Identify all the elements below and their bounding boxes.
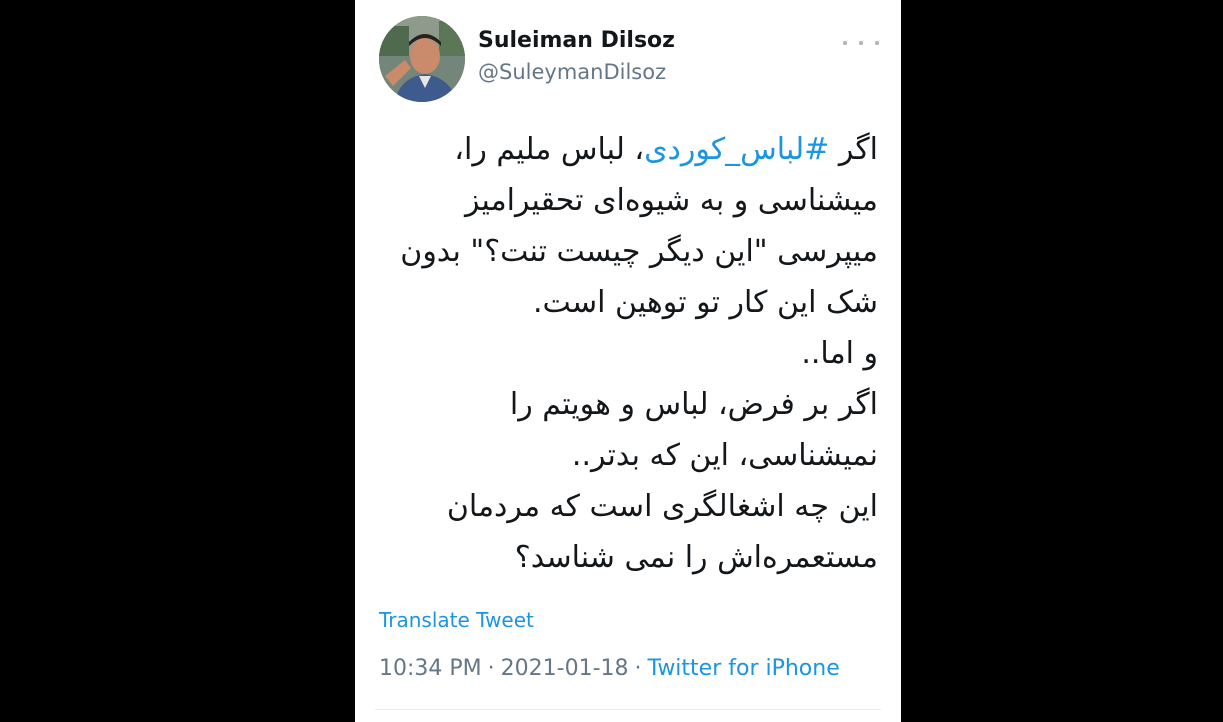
ellipsis-icon (843, 41, 847, 45)
tweet-line: اگر #لباس_کوردی، لباس ملیم را، (375, 124, 878, 175)
profile-photo-icon (379, 16, 465, 102)
tweet-text: اگر #لباس_کوردی، لباس ملیم را، میشناسی و… (375, 124, 878, 583)
avatar[interactable] (379, 16, 465, 102)
tweet-text-fragment: اگر (829, 132, 878, 167)
tweet-source-link[interactable]: Twitter for iPhone (648, 656, 840, 681)
divider (375, 709, 881, 710)
tweet-line: مستعمره‌اش را نمی شناسد؟ (514, 540, 878, 575)
meta-separator: · (487, 656, 495, 681)
tweet-meta: 10:34 PM · 2021-01-18 · Twitter for iPhone (379, 656, 840, 681)
screenshot-stage: Suleiman Dilsoz @SuleymanDilsoz اگر #لبا… (0, 0, 1223, 722)
translate-tweet-link[interactable]: Translate Tweet (379, 608, 534, 632)
user-handle[interactable]: @SuleymanDilsoz (478, 60, 666, 84)
tweet-line: و اما.. (801, 336, 878, 371)
more-options-button[interactable] (843, 33, 879, 53)
tweet-line: این چه اشغالگری است که مردمان (446, 489, 878, 524)
tweet-text-fragment: ، لباس ملیم را، (454, 132, 645, 167)
tweet-line: نمیشناسی، این که بدتر.. (571, 438, 878, 473)
meta-separator: · (634, 656, 642, 681)
ellipsis-icon (875, 41, 879, 45)
tweet-card: Suleiman Dilsoz @SuleymanDilsoz اگر #لبا… (355, 0, 901, 722)
tweet-time[interactable]: 10:34 PM (379, 656, 482, 681)
display-name[interactable]: Suleiman Dilsoz (478, 28, 675, 53)
tweet-line: شک این کار تو توهین است. (533, 285, 878, 320)
tweet-line: اگر بر فرض، لباس و هویتم را (509, 387, 878, 422)
tweet-line: میپرسی "این دیگر چیست تنت؟" بدون (400, 234, 878, 269)
hashtag-link[interactable]: #لباس_کوردی (644, 132, 829, 167)
tweet-line: میشناسی و به شیوه‌ای تحقیرامیز (464, 183, 878, 218)
ellipsis-icon (859, 41, 863, 45)
tweet-date[interactable]: 2021-01-18 (501, 656, 629, 681)
